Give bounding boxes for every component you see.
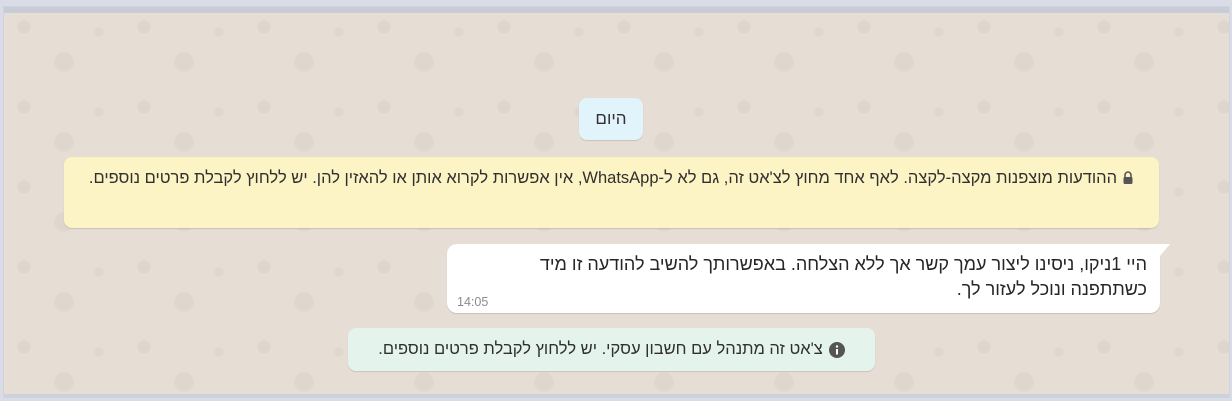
date-chip-label: היום	[595, 109, 627, 128]
incoming-message[interactable]: היי 1ניקו, ניסינו ליצור עמך קשר אך ללא ה…	[447, 244, 1170, 313]
business-notice-text: צ'אט זה מתנהל עם חשבון עסקי. יש ללחוץ לק…	[378, 340, 823, 358]
message-timestamp: 14:05	[457, 295, 489, 309]
info-icon	[828, 341, 845, 358]
chat-window: היום ההודעות מוצפנות מקצה-לקצה. לאף אחד …	[3, 6, 1230, 398]
encryption-notice-text: ההודעות מוצפנות מקצה-לקצה. לאף אחד מחוץ …	[88, 169, 1118, 187]
date-chip: היום	[579, 98, 643, 140]
encryption-notice[interactable]: ההודעות מוצפנות מקצה-לקצה. לאף אחד מחוץ …	[64, 157, 1159, 228]
business-account-notice[interactable]: צ'אט זה מתנהל עם חשבון עסקי. יש ללחוץ לק…	[348, 328, 875, 371]
window-top-edge	[4, 7, 1229, 13]
message-text: היי 1ניקו, ניסינו ליצור עמך קשר אך ללא ה…	[539, 254, 1147, 299]
lock-icon	[1122, 165, 1134, 184]
window-bottom-edge	[4, 394, 1229, 397]
